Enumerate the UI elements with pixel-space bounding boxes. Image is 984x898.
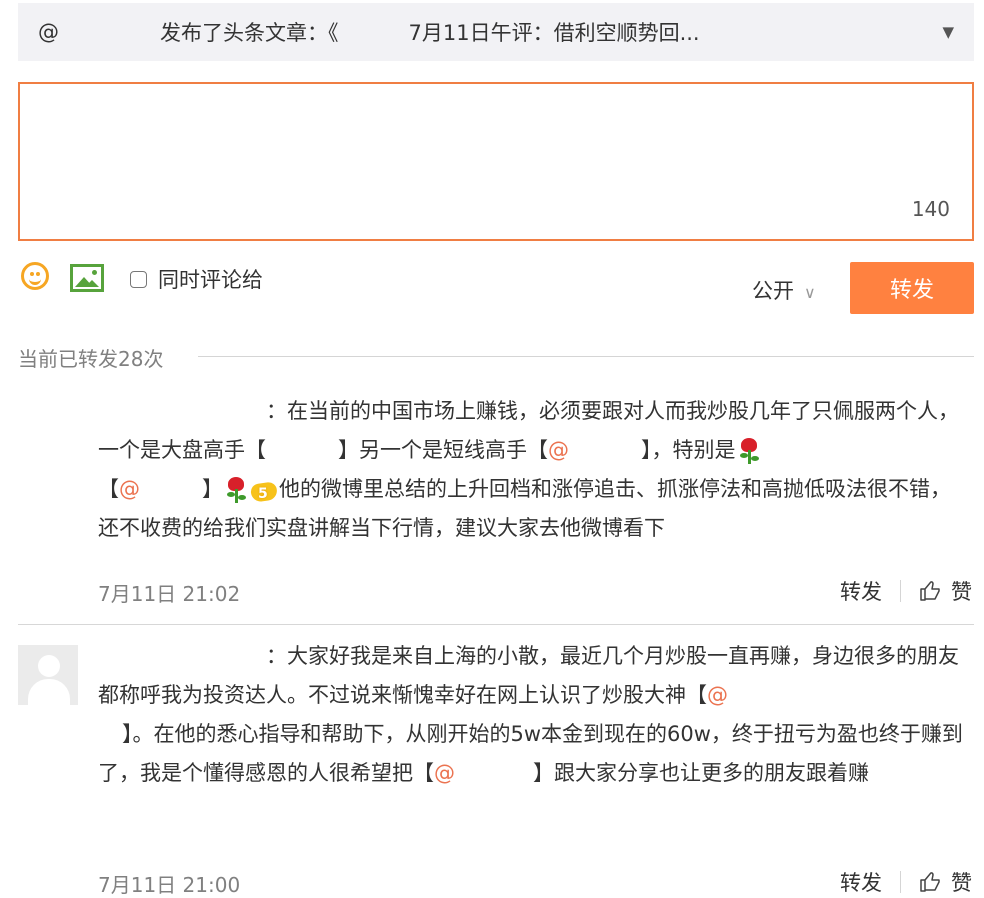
forward-link[interactable]: 转发 bbox=[840, 867, 882, 897]
caret-down-icon[interactable]: ▼ bbox=[942, 23, 954, 41]
forward-link[interactable]: 转发 bbox=[840, 576, 882, 606]
repost-text: ：大家好我是来自上海的小散，最近几个月炒股一直再赚，身边很多的朋友都称呼我为投资… bbox=[98, 644, 963, 785]
like-link[interactable]: 赞 bbox=[951, 867, 972, 897]
divider bbox=[900, 871, 901, 893]
repost-text: ：在当前的中国市场上赚钱，必须要跟对人而我炒股几年了只佩服两个人，一个是大盘高手… bbox=[98, 399, 959, 540]
at-symbol: @ bbox=[38, 20, 59, 44]
forward-button[interactable]: 转发 bbox=[850, 262, 974, 314]
smiley-icon[interactable] bbox=[21, 262, 49, 290]
thumbs-up-icon[interactable] bbox=[919, 871, 941, 893]
repost-count-label: 当前已转发28次 bbox=[18, 343, 174, 372]
repost-item: ：在当前的中国市场上赚钱，必须要跟对人而我炒股几年了只佩服两个人，一个是大盘高手… bbox=[18, 386, 974, 620]
also-comment-checkbox[interactable] bbox=[130, 271, 147, 288]
chevron-down-icon: ∨ bbox=[804, 283, 816, 302]
repost-count-header: 当前已转发28次 bbox=[18, 343, 974, 372]
rose-icon bbox=[223, 475, 249, 505]
privacy-label: 公开 bbox=[752, 279, 794, 303]
char-counter: 140 bbox=[911, 197, 950, 221]
image-icon[interactable] bbox=[70, 264, 104, 292]
divider bbox=[198, 356, 974, 357]
shared-article-bar[interactable]: @ 发布了头条文章：《 7月11日午评：借利空顺势回... ▼ bbox=[18, 3, 974, 61]
mention-link[interactable]: @ bbox=[434, 761, 455, 785]
like-link[interactable]: 赞 bbox=[951, 576, 972, 606]
post-timestamp[interactable]: 7月11日 21:02 bbox=[98, 578, 240, 607]
privacy-dropdown[interactable]: 公开 ∨ bbox=[752, 275, 816, 305]
rose-icon bbox=[736, 436, 762, 466]
mention-link[interactable]: @ bbox=[548, 438, 569, 462]
mention-link[interactable]: @ bbox=[119, 477, 140, 501]
high-five-icon: 5 bbox=[249, 475, 279, 505]
post-timestamp[interactable]: 7月11日 21:00 bbox=[98, 869, 240, 898]
also-comment-label[interactable]: 同时评论给 bbox=[158, 264, 263, 294]
divider bbox=[900, 580, 901, 602]
post-actions: 转发 赞 bbox=[840, 867, 972, 897]
repost-item: ：大家好我是来自上海的小散，最近几个月炒股一直再赚，身边很多的朋友都称呼我为投资… bbox=[18, 624, 974, 897]
avatar[interactable] bbox=[18, 645, 78, 705]
composer-toolbar: 同时评论给 公开 ∨ 转发 bbox=[18, 258, 974, 318]
post-actions: 转发 赞 bbox=[840, 576, 972, 606]
article-title: 7月11日午评：借利空顺势回... bbox=[408, 21, 700, 45]
mention-link[interactable]: @ bbox=[707, 683, 728, 707]
share-text-prefix: 发布了头条文章：《 bbox=[160, 21, 339, 45]
repost-textarea[interactable]: 140 bbox=[18, 82, 974, 241]
thumbs-up-icon[interactable] bbox=[919, 580, 941, 602]
